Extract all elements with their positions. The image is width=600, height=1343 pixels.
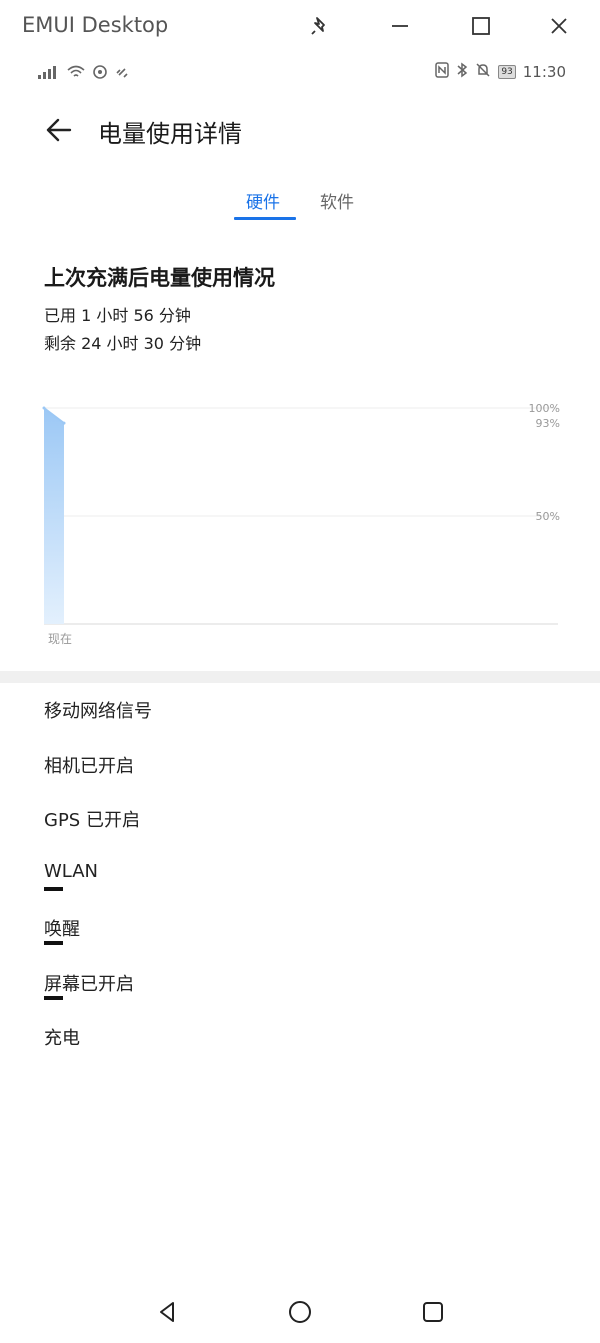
nav-recents-icon[interactable] bbox=[415, 1294, 451, 1330]
list-item-label: WLAN bbox=[44, 861, 99, 882]
list-item[interactable]: 移动网络信号 bbox=[44, 683, 564, 733]
minimize-icon[interactable] bbox=[382, 10, 418, 42]
list-item[interactable]: 充电 bbox=[44, 1010, 564, 1060]
tab-software[interactable]: 软件 bbox=[308, 188, 366, 222]
window-title: EMUI Desktop bbox=[22, 13, 169, 37]
link-icon bbox=[114, 64, 130, 84]
chart-y-tick-label: 50% bbox=[536, 510, 560, 523]
signal-icon bbox=[36, 65, 60, 83]
usage-bar bbox=[44, 887, 63, 891]
list-item-label: 屏幕已开启 bbox=[44, 974, 134, 995]
used-time: 已用 1 小时 56 分钟 bbox=[44, 306, 191, 325]
hotspot-icon bbox=[92, 64, 108, 84]
chart-point bbox=[42, 406, 46, 410]
list-item[interactable]: WLAN bbox=[44, 847, 564, 897]
list-item[interactable]: 唤醒 bbox=[44, 901, 564, 951]
clock-time: 11:30 bbox=[522, 63, 566, 81]
status-bar: 93 11:30 bbox=[0, 60, 600, 86]
usage-bar bbox=[44, 941, 63, 945]
list-item-label: 唤醒 bbox=[44, 919, 80, 940]
usage-bar bbox=[44, 996, 63, 1000]
section-divider bbox=[0, 671, 600, 683]
remaining-time: 剩余 24 小时 30 分钟 bbox=[44, 334, 202, 353]
wifi-icon bbox=[66, 65, 86, 83]
list-item[interactable]: 相机已开启 bbox=[44, 738, 564, 788]
window-title-bar: EMUI Desktop bbox=[0, 0, 600, 54]
battery-chart-svg: 100% 93% 50% 现在 bbox=[42, 402, 560, 646]
chart-area-fill bbox=[44, 408, 64, 624]
mute-icon bbox=[475, 62, 491, 82]
chart-y-tick-label: 93% bbox=[536, 417, 560, 430]
list-item-label: 相机已开启 bbox=[44, 756, 134, 777]
battery-chart: 100% 93% 50% 现在 bbox=[0, 392, 600, 662]
nav-back-icon[interactable] bbox=[150, 1294, 186, 1330]
page-title: 电量使用详情 bbox=[98, 120, 242, 148]
battery-icon: 93 bbox=[498, 65, 516, 79]
summary-title: 上次充满后电量使用情况 bbox=[44, 266, 275, 290]
chart-y-tick-label: 100% bbox=[529, 402, 560, 415]
maximize-icon[interactable] bbox=[463, 10, 499, 42]
pin-icon[interactable] bbox=[302, 10, 338, 42]
navigation-bar bbox=[0, 1280, 600, 1340]
nfc-icon bbox=[435, 62, 450, 82]
tab-bar: 硬件 软件 bbox=[0, 186, 600, 226]
list-item-label: GPS 已开启 bbox=[44, 810, 140, 831]
tab-underline bbox=[234, 217, 296, 220]
list-item[interactable]: 屏幕已开启 bbox=[44, 956, 564, 1006]
nav-home-icon[interactable] bbox=[282, 1294, 318, 1330]
bluetooth-icon bbox=[456, 62, 468, 82]
list-item-label: 充电 bbox=[44, 1028, 80, 1049]
chart-point bbox=[62, 421, 66, 425]
chart-x-tick-label: 现在 bbox=[48, 632, 72, 646]
back-arrow-icon[interactable] bbox=[42, 112, 78, 148]
page-header: 电量使用详情 bbox=[0, 104, 600, 154]
list-item-label: 移动网络信号 bbox=[44, 701, 152, 722]
list-item[interactable]: GPS 已开启 bbox=[44, 792, 564, 842]
close-icon[interactable] bbox=[541, 10, 577, 42]
